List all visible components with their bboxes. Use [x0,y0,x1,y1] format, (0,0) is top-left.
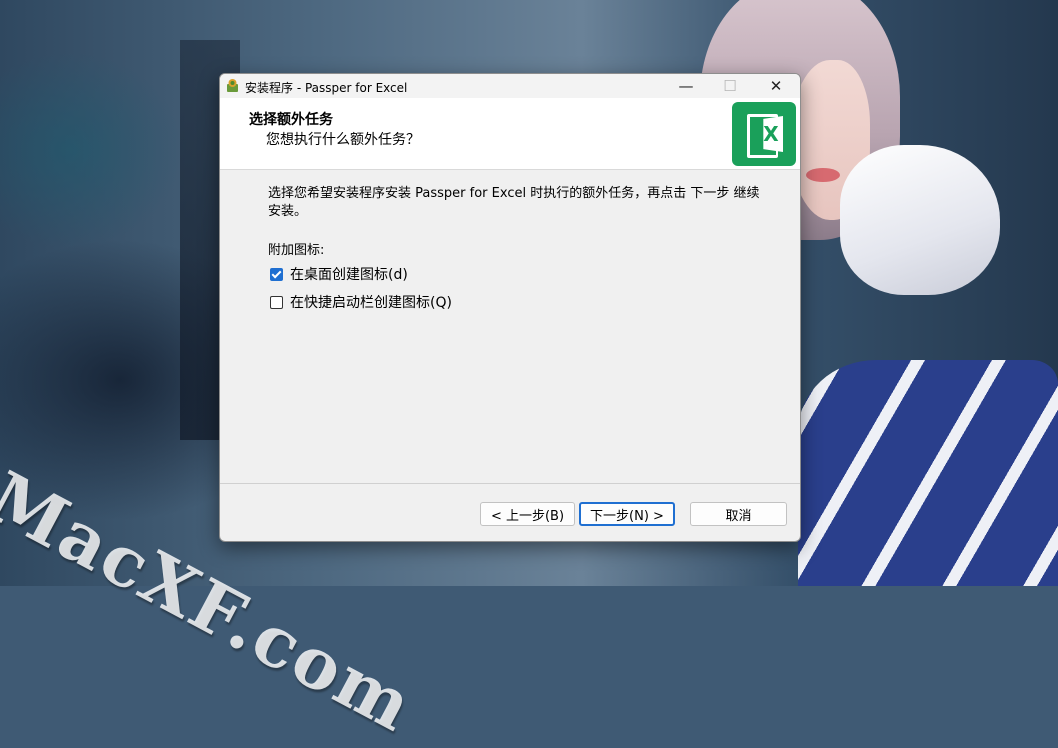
window-title: 安装程序 - Passper for Excel [245,81,408,95]
wallpaper-figure-glove [840,145,1000,295]
maximize-button[interactable]: ☐ [708,74,752,98]
close-button[interactable]: ✕ [754,74,798,98]
minimize-button[interactable]: — [664,74,708,98]
quicklaunch-icon-option[interactable]: 在快捷启动栏创建图标(Q) [270,293,452,311]
desktop-icon-checkbox[interactable] [270,267,283,281]
wallpaper-figure-dress [798,360,1058,586]
page-subtitle: 您想执行什么额外任务？ [266,132,420,148]
additional-icons-label: 附加图标: [268,243,325,258]
quicklaunch-icon-option-label: 在快捷启动栏创建图标(Q) [290,295,452,311]
footer-divider [220,483,800,484]
installer-app-icon [227,79,238,92]
task-description: 选择您希望安装程序安装 Passper for Excel 时执行的额外任务，再… [268,186,760,219]
quicklaunch-icon-checkbox[interactable] [270,295,283,309]
cancel-button[interactable]: 取消 [690,502,787,526]
installer-window: 安装程序 - Passper for Excel — ☐ ✕ 选择额外任务 您想… [219,73,801,542]
desktop-icon-option[interactable]: 在桌面创建图标(d) [270,265,408,283]
back-button[interactable]: < 上一步(B) [480,502,575,526]
excel-x-icon: X [732,102,796,166]
wallpaper-figure-lips [806,168,840,182]
title-bar[interactable]: 安装程序 - Passper for Excel — ☐ ✕ [220,74,800,98]
wizard-header: 选择额外任务 您想执行什么额外任务？ X [220,98,800,170]
desktop-icon-option-label: 在桌面创建图标(d) [290,267,408,283]
next-button[interactable]: 下一步(N) > [579,502,675,526]
page-title: 选择额外任务 [249,112,333,128]
